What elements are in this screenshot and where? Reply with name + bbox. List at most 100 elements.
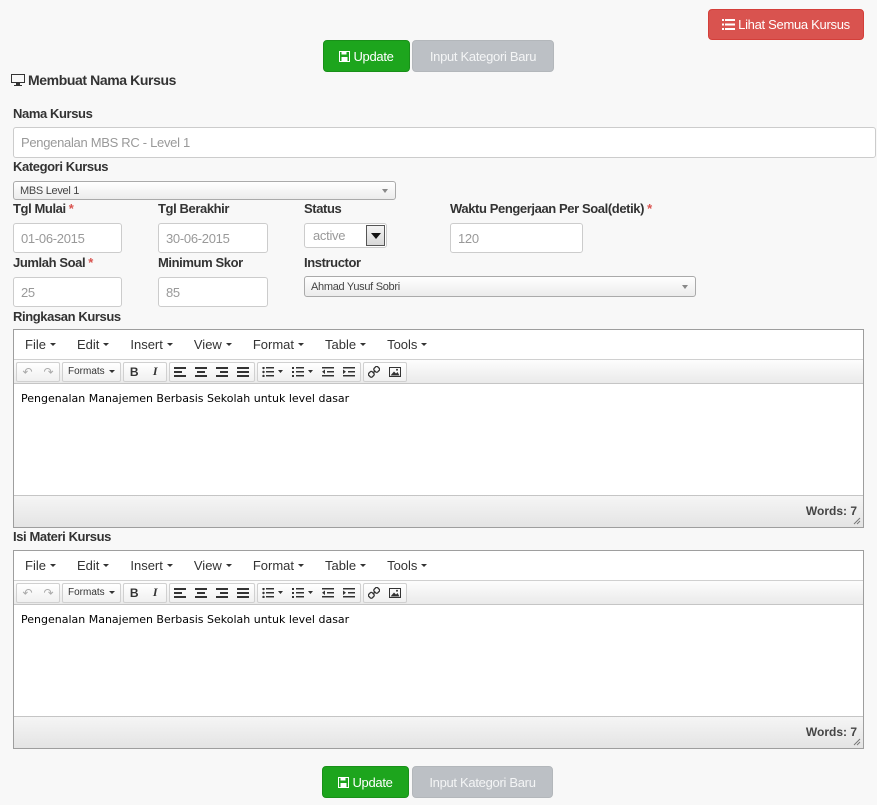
editor-toolbar: ↶ ↷ Formats B I — [14, 360, 863, 384]
bold-icon[interactable]: B — [124, 584, 145, 602]
italic-icon[interactable]: I — [145, 584, 166, 602]
question-count-value: 25 — [21, 284, 35, 300]
undo-icon[interactable]: ↶ — [17, 363, 38, 381]
editor-statusbar: Words: 7 — [14, 716, 863, 748]
instructor-select[interactable]: Ahmad Yusuf Sobri — [304, 276, 696, 297]
input-new-category-button-top[interactable]: Input Kategori Baru — [412, 40, 554, 72]
italic-icon[interactable]: I — [145, 363, 166, 381]
start-date-input[interactable]: 01-06-2015 — [13, 223, 122, 253]
editor-menubar: File Edit Insert View Format Table Tools — [14, 551, 863, 581]
menu-table[interactable]: Table — [325, 337, 367, 352]
status-value: active — [313, 228, 346, 243]
input-new-category-button-bottom[interactable]: Input Kategori Baru — [412, 766, 553, 798]
time-per-question-label-text: Waktu Pengerjaan Per Soal(detik) — [450, 201, 645, 216]
update-label: Update — [352, 774, 393, 790]
redo-icon[interactable]: ↷ — [38, 584, 59, 602]
list-icon — [722, 19, 736, 30]
formats-dropdown[interactable]: Formats — [63, 363, 120, 381]
menu-view[interactable]: View — [194, 337, 232, 352]
course-name-input[interactable]: Pengenalan MBS RC - Level 1 — [13, 127, 876, 158]
menu-edit[interactable]: Edit — [77, 337, 110, 352]
status-label: Status — [304, 201, 342, 216]
category-select[interactable]: MBS Level 1 — [13, 181, 396, 200]
material-editor-content[interactable]: Pengenalan Manajemen Berbasis Sekolah un… — [14, 605, 863, 716]
dropdown-arrow-icon[interactable] — [366, 225, 385, 246]
input-new-category-label: Input Kategori Baru — [429, 48, 537, 64]
indent-icon[interactable] — [339, 363, 360, 381]
required-marker: * — [68, 201, 74, 216]
align-center-icon[interactable] — [191, 584, 212, 602]
course-name-label: Nama Kursus — [13, 106, 93, 121]
menu-edit[interactable]: Edit — [77, 558, 110, 573]
menu-insert[interactable]: Insert — [130, 337, 173, 352]
min-score-label: Minimum Skor — [158, 255, 243, 270]
category-label: Kategori Kursus — [13, 159, 109, 174]
save-icon — [339, 50, 351, 62]
resize-handle-icon[interactable] — [853, 517, 861, 525]
status-select[interactable]: active — [304, 223, 387, 248]
menu-insert[interactable]: Insert — [130, 558, 173, 573]
outdent-icon[interactable] — [318, 363, 339, 381]
category-value: MBS Level 1 — [20, 184, 80, 197]
update-button-top[interactable]: Update — [323, 40, 410, 72]
numbered-list-icon[interactable] — [288, 584, 318, 602]
formats-dropdown[interactable]: Formats — [63, 584, 120, 602]
question-count-input[interactable]: 25 — [13, 277, 122, 307]
instructor-value: Ahmad Yusuf Sobri — [311, 280, 400, 293]
align-justify-icon[interactable] — [233, 584, 254, 602]
link-icon[interactable] — [364, 584, 385, 602]
word-count: Words: 7 — [805, 725, 857, 739]
menu-file[interactable]: File — [25, 558, 56, 573]
menu-tools[interactable]: Tools — [387, 558, 428, 573]
end-date-value: 30-06-2015 — [166, 230, 230, 246]
question-count-label-text: Jumlah Soal — [13, 255, 86, 270]
align-right-icon[interactable] — [212, 363, 233, 381]
align-left-icon[interactable] — [170, 584, 191, 602]
word-count: Words: 7 — [805, 504, 857, 518]
bullet-list-icon[interactable] — [258, 584, 288, 602]
resize-handle-icon[interactable] — [853, 738, 861, 746]
summary-editor-content[interactable]: Pengenalan Manajemen Berbasis Sekolah un… — [14, 384, 863, 495]
menu-table[interactable]: Table — [325, 558, 367, 573]
link-icon[interactable] — [364, 363, 385, 381]
required-marker: * — [88, 255, 93, 270]
summary-label: Ringkasan Kursus — [13, 309, 121, 324]
material-label: Isi Materi Kursus — [13, 529, 111, 544]
redo-icon[interactable]: ↷ — [38, 363, 59, 381]
end-date-label: Tgl Berakhir — [158, 201, 230, 216]
align-right-icon[interactable] — [212, 584, 233, 602]
align-center-icon[interactable] — [191, 363, 212, 381]
align-left-icon[interactable] — [170, 363, 191, 381]
image-icon[interactable] — [385, 363, 406, 381]
menu-tools[interactable]: Tools — [387, 337, 428, 352]
section-title-text: Membuat Nama Kursus — [28, 72, 176, 88]
undo-icon[interactable]: ↶ — [17, 584, 38, 602]
time-per-question-input[interactable]: 120 — [450, 223, 583, 253]
image-icon[interactable] — [385, 584, 406, 602]
bold-icon[interactable]: B — [124, 363, 145, 381]
bullet-list-icon[interactable] — [258, 363, 288, 381]
start-date-label-text: Tgl Mulai — [13, 201, 66, 216]
time-per-question-value: 120 — [458, 230, 479, 246]
outdent-icon[interactable] — [318, 584, 339, 602]
input-new-category-label: Input Kategori Baru — [429, 774, 536, 790]
material-editor: File Edit Insert View Format Table Tools… — [13, 550, 864, 749]
editor-toolbar: ↶ ↷ Formats B I — [14, 581, 863, 605]
end-date-input[interactable]: 30-06-2015 — [158, 223, 268, 253]
align-justify-icon[interactable] — [233, 363, 254, 381]
chevron-down-icon — [382, 188, 388, 193]
menu-view[interactable]: View — [194, 558, 232, 573]
min-score-input[interactable]: 85 — [158, 277, 268, 307]
view-all-courses-button[interactable]: Lihat Semua Kursus — [708, 9, 864, 40]
menu-format[interactable]: Format — [253, 337, 304, 352]
required-marker: * — [647, 201, 652, 216]
indent-icon[interactable] — [339, 584, 360, 602]
update-button-bottom[interactable]: Update — [322, 766, 409, 798]
section-title: Membuat Nama Kursus — [11, 72, 176, 88]
numbered-list-icon[interactable] — [288, 363, 318, 381]
menu-file[interactable]: File — [25, 337, 56, 352]
editor-statusbar: Words: 7 — [14, 495, 863, 527]
menu-format[interactable]: Format — [253, 558, 304, 573]
course-name-placeholder: Pengenalan MBS RC - Level 1 — [21, 135, 190, 150]
chevron-down-icon — [682, 284, 688, 289]
